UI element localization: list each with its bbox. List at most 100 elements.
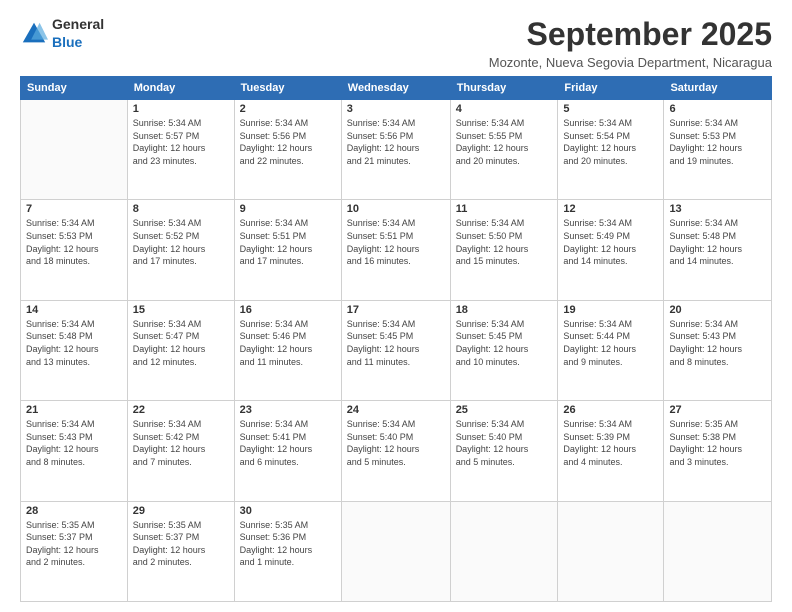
calendar-cell	[450, 501, 558, 601]
col-wednesday: Wednesday	[341, 77, 450, 100]
calendar-cell: 11 Sunrise: 5:34 AM Sunset: 5:50 PM Dayli…	[450, 200, 558, 300]
header: General Blue September 2025 Mozonte, Nue…	[20, 16, 772, 70]
day-info: Sunrise: 5:34 AM Sunset: 5:40 PM Dayligh…	[456, 418, 553, 468]
calendar-cell: 28Sunrise: 5:35 AM Sunset: 5:37 PM Dayli…	[21, 501, 128, 601]
calendar-cell: 10 Sunrise: 5:34 AM Sunset: 5:51 PM Dayli…	[341, 200, 450, 300]
day-number: 19	[563, 304, 658, 316]
day-number: 3	[347, 103, 445, 115]
calendar-cell: 19Sunrise: 5:34 AM Sunset: 5:44 PM Dayli…	[558, 300, 664, 400]
col-sunday: Sunday	[21, 77, 128, 100]
day-number: 9	[240, 203, 336, 215]
day-number: 17	[347, 304, 445, 316]
day-info: Sunrise: 5:34 AM Sunset: 5:45 PM Dayligh…	[347, 318, 445, 368]
calendar-cell: 25 Sunrise: 5:34 AM Sunset: 5:40 PM Dayli…	[450, 401, 558, 501]
week-row-2: 14Sunrise: 5:34 AM Sunset: 5:48 PM Dayli…	[21, 300, 772, 400]
calendar-cell: 27 Sunrise: 5:35 AM Sunset: 5:38 PM Dayli…	[664, 401, 772, 501]
day-info: Sunrise: 5:35 AM Sunset: 5:37 PM Dayligh…	[133, 519, 229, 569]
calendar-header: Sunday Monday Tuesday Wednesday Thursday…	[21, 77, 772, 100]
day-info: Sunrise: 5:34 AM Sunset: 5:43 PM Dayligh…	[26, 418, 122, 468]
day-number: 21	[26, 404, 122, 416]
day-number: 29	[133, 505, 229, 517]
calendar-cell: 4 Sunrise: 5:34 AM Sunset: 5:55 PM Daylig…	[450, 100, 558, 200]
calendar-cell: 9 Sunrise: 5:34 AM Sunset: 5:51 PM Daylig…	[234, 200, 341, 300]
day-info: Sunrise: 5:34 AM Sunset: 5:51 PM Dayligh…	[347, 217, 445, 267]
day-info: Sunrise: 5:35 AM Sunset: 5:38 PM Dayligh…	[669, 418, 766, 468]
calendar-cell: 18Sunrise: 5:34 AM Sunset: 5:45 PM Dayli…	[450, 300, 558, 400]
calendar-cell: 13Sunrise: 5:34 AM Sunset: 5:48 PM Dayli…	[664, 200, 772, 300]
day-info: Sunrise: 5:34 AM Sunset: 5:52 PM Dayligh…	[133, 217, 229, 267]
title-section: September 2025 Mozonte, Nueva Segovia De…	[489, 16, 772, 70]
col-friday: Friday	[558, 77, 664, 100]
col-tuesday: Tuesday	[234, 77, 341, 100]
calendar-cell: 22 Sunrise: 5:34 AM Sunset: 5:42 PM Dayli…	[127, 401, 234, 501]
day-info: Sunrise: 5:34 AM Sunset: 5:41 PM Dayligh…	[240, 418, 336, 468]
calendar-cell: 12Sunrise: 5:34 AM Sunset: 5:49 PM Dayli…	[558, 200, 664, 300]
day-number: 11	[456, 203, 553, 215]
calendar-cell: 23 Sunrise: 5:34 AM Sunset: 5:41 PM Dayli…	[234, 401, 341, 501]
day-info: Sunrise: 5:35 AM Sunset: 5:37 PM Dayligh…	[26, 519, 122, 569]
calendar-cell: 17 Sunrise: 5:34 AM Sunset: 5:45 PM Dayli…	[341, 300, 450, 400]
calendar-cell: 5 Sunrise: 5:34 AM Sunset: 5:54 PM Daylig…	[558, 100, 664, 200]
day-number: 25	[456, 404, 553, 416]
day-number: 13	[669, 203, 766, 215]
day-info: Sunrise: 5:34 AM Sunset: 5:55 PM Dayligh…	[456, 117, 553, 167]
logo: General Blue	[20, 16, 104, 52]
day-info: Sunrise: 5:34 AM Sunset: 5:51 PM Dayligh…	[240, 217, 336, 267]
day-number: 10	[347, 203, 445, 215]
calendar-cell: 2 Sunrise: 5:34 AM Sunset: 5:56 PM Daylig…	[234, 100, 341, 200]
header-row: Sunday Monday Tuesday Wednesday Thursday…	[21, 77, 772, 100]
day-number: 26	[563, 404, 658, 416]
calendar-table: Sunday Monday Tuesday Wednesday Thursday…	[20, 76, 772, 602]
calendar-cell: 24Sunrise: 5:34 AM Sunset: 5:40 PM Dayli…	[341, 401, 450, 501]
calendar-cell: 15Sunrise: 5:34 AM Sunset: 5:47 PM Dayli…	[127, 300, 234, 400]
calendar-cell: 1Sunrise: 5:34 AM Sunset: 5:57 PM Daylig…	[127, 100, 234, 200]
day-number: 6	[669, 103, 766, 115]
day-number: 4	[456, 103, 553, 115]
calendar-cell	[664, 501, 772, 601]
day-number: 15	[133, 304, 229, 316]
calendar-cell: 29 Sunrise: 5:35 AM Sunset: 5:37 PM Dayli…	[127, 501, 234, 601]
calendar-cell: 6Sunrise: 5:34 AM Sunset: 5:53 PM Daylig…	[664, 100, 772, 200]
day-info: Sunrise: 5:34 AM Sunset: 5:39 PM Dayligh…	[563, 418, 658, 468]
week-row-3: 21 Sunrise: 5:34 AM Sunset: 5:43 PM Dayli…	[21, 401, 772, 501]
day-info: Sunrise: 5:34 AM Sunset: 5:53 PM Dayligh…	[26, 217, 122, 267]
calendar-cell	[341, 501, 450, 601]
calendar-cell: 14Sunrise: 5:34 AM Sunset: 5:48 PM Dayli…	[21, 300, 128, 400]
calendar-cell	[21, 100, 128, 200]
day-info: Sunrise: 5:34 AM Sunset: 5:56 PM Dayligh…	[240, 117, 336, 167]
day-number: 27	[669, 404, 766, 416]
day-number: 23	[240, 404, 336, 416]
calendar-cell	[558, 501, 664, 601]
day-number: 2	[240, 103, 336, 115]
day-info: Sunrise: 5:34 AM Sunset: 5:42 PM Dayligh…	[133, 418, 229, 468]
day-number: 22	[133, 404, 229, 416]
day-info: Sunrise: 5:34 AM Sunset: 5:43 PM Dayligh…	[669, 318, 766, 368]
calendar-cell: 20 Sunrise: 5:34 AM Sunset: 5:43 PM Dayli…	[664, 300, 772, 400]
day-number: 24	[347, 404, 445, 416]
week-row-4: 28Sunrise: 5:35 AM Sunset: 5:37 PM Dayli…	[21, 501, 772, 601]
day-info: Sunrise: 5:34 AM Sunset: 5:56 PM Dayligh…	[347, 117, 445, 167]
calendar-cell: 30Sunrise: 5:35 AM Sunset: 5:36 PM Dayli…	[234, 501, 341, 601]
week-row-0: 1Sunrise: 5:34 AM Sunset: 5:57 PM Daylig…	[21, 100, 772, 200]
col-saturday: Saturday	[664, 77, 772, 100]
calendar-cell: 3 Sunrise: 5:34 AM Sunset: 5:56 PM Daylig…	[341, 100, 450, 200]
day-info: Sunrise: 5:34 AM Sunset: 5:49 PM Dayligh…	[563, 217, 658, 267]
logo-general: General	[52, 16, 104, 32]
day-info: Sunrise: 5:34 AM Sunset: 5:45 PM Dayligh…	[456, 318, 553, 368]
day-number: 5	[563, 103, 658, 115]
logo-icon	[20, 20, 48, 48]
day-number: 14	[26, 304, 122, 316]
day-number: 20	[669, 304, 766, 316]
calendar-cell: 8Sunrise: 5:34 AM Sunset: 5:52 PM Daylig…	[127, 200, 234, 300]
day-info: Sunrise: 5:35 AM Sunset: 5:36 PM Dayligh…	[240, 519, 336, 569]
calendar-cell: 7Sunrise: 5:34 AM Sunset: 5:53 PM Daylig…	[21, 200, 128, 300]
day-info: Sunrise: 5:34 AM Sunset: 5:57 PM Dayligh…	[133, 117, 229, 167]
location: Mozonte, Nueva Segovia Department, Nicar…	[489, 55, 772, 70]
week-row-1: 7Sunrise: 5:34 AM Sunset: 5:53 PM Daylig…	[21, 200, 772, 300]
calendar-cell: 26 Sunrise: 5:34 AM Sunset: 5:39 PM Dayli…	[558, 401, 664, 501]
month-title: September 2025	[489, 16, 772, 53]
day-info: Sunrise: 5:34 AM Sunset: 5:50 PM Dayligh…	[456, 217, 553, 267]
day-info: Sunrise: 5:34 AM Sunset: 5:46 PM Dayligh…	[240, 318, 336, 368]
calendar-cell: 16Sunrise: 5:34 AM Sunset: 5:46 PM Dayli…	[234, 300, 341, 400]
day-info: Sunrise: 5:34 AM Sunset: 5:54 PM Dayligh…	[563, 117, 658, 167]
